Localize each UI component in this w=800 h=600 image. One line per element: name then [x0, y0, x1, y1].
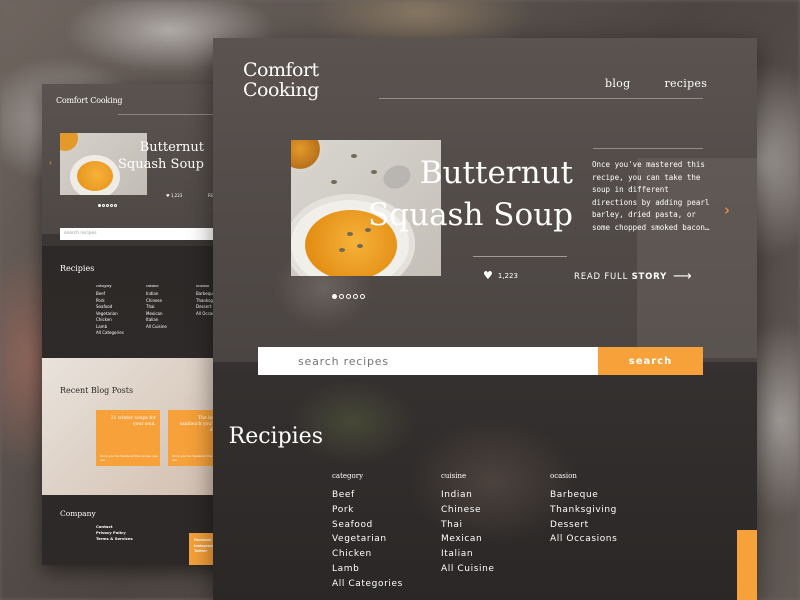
recipe-link[interactable]: All Categories: [332, 577, 441, 592]
recipe-link[interactable]: Mexican: [441, 532, 550, 547]
column-heading: category: [332, 472, 364, 480]
search-button[interactable]: search: [598, 347, 703, 375]
company-links: Contact Privacy Policy Terms & Services: [96, 524, 133, 542]
recipe-link[interactable]: Barbeque: [550, 488, 659, 503]
recipes-title: Recipies: [213, 424, 323, 449]
hero-title: Butternut Squash Soup: [368, 155, 573, 233]
small-recipe-column-category: category Beef Pork Seafood Vegetarian Chicken…: [96, 284, 146, 337]
like-count: 1,223: [497, 271, 518, 280]
slide-indicator: [332, 294, 365, 299]
divider: [473, 256, 567, 257]
recipe-link[interactable]: Vegetarian: [332, 532, 441, 547]
blog-card-title: 21 winter soups for your soul.: [110, 416, 156, 427]
small-column-heading: cuisine: [146, 284, 159, 288]
recipe-columns: category Beef Pork Seafood Vegetarian Chicken…: [332, 472, 659, 592]
recipe-column-cuisine: cuisine Indian Chinese Thai Mexican Italian Al…: [441, 472, 550, 592]
site-logo[interactable]: Comfort Cooking: [243, 60, 363, 100]
small-column-heading: category: [96, 284, 112, 288]
recipe-link[interactable]: Indian: [441, 488, 550, 503]
column-heading: ocasion: [550, 472, 577, 480]
hero-intro: Once you've mastered this recipe, you ca…: [592, 160, 710, 232]
recipe-column-ocasion: ocasion Barbeque Thanksgiving Dessert All Oc…: [550, 472, 659, 592]
divider: [379, 98, 703, 99]
small-like-count[interactable]: ♥ 1,223: [166, 193, 182, 198]
like-button[interactable]: ♥ 1,223: [483, 269, 518, 282]
large-page-mockup: Comfort Cooking blog recipes Butternut S…: [213, 38, 757, 600]
recipe-link[interactable]: Italian: [441, 547, 550, 562]
slide-dot[interactable]: [346, 294, 351, 299]
heart-icon: ♥: [483, 269, 493, 282]
recipes-title-text: Recipies: [228, 424, 323, 449]
slide-dot[interactable]: [353, 294, 358, 299]
blog-card-excerpt: Once you've mastered this recipe, you ca…: [100, 454, 158, 462]
read-full-story-link[interactable]: READ FULL STORY ⟶: [574, 269, 692, 284]
recipe-column-category: category Beef Pork Seafood Vegetarian Chicken…: [332, 472, 441, 592]
small-prev-arrow-icon[interactable]: ‹: [49, 159, 52, 167]
recipe-link[interactable]: Seafood: [332, 518, 441, 533]
nav-blog[interactable]: blog: [605, 77, 630, 90]
small-recipe-link[interactable]: All Categories: [96, 330, 146, 337]
footer-link[interactable]: Terms & Services: [96, 536, 133, 542]
recipe-link[interactable]: All Occasions: [550, 532, 659, 547]
small-blog-title: Recent Blog Posts: [60, 386, 134, 395]
nav-recipes[interactable]: recipes: [664, 77, 707, 90]
hero-section: Comfort Cooking blog recipes Butternut S…: [213, 38, 757, 362]
recipe-link[interactable]: Dessert: [550, 518, 659, 533]
small-hero-title: Butternut Squash Soup: [118, 140, 204, 172]
accent-bar: [737, 530, 757, 600]
blog-card[interactable]: 21 winter soups for your soul. Once you'…: [96, 410, 160, 466]
slide-dot[interactable]: [339, 294, 344, 299]
recipe-link[interactable]: Chinese: [441, 503, 550, 518]
social-link[interactable]: Twitter: [189, 549, 213, 555]
recipe-link[interactable]: Pork: [332, 503, 441, 518]
slide-dot[interactable]: [332, 294, 337, 299]
read-story-label: STORY: [631, 271, 668, 282]
recipe-link[interactable]: Chicken: [332, 547, 441, 562]
recipe-link[interactable]: Beef: [332, 488, 441, 503]
column-heading: cuisine: [441, 472, 467, 480]
small-recipe-column-cuisine: cuisine Indian Chinese Thai Mexican Italian Al…: [146, 284, 196, 337]
small-likes-value: 1,223: [170, 193, 183, 198]
small-recipes-title: Recipies: [60, 264, 95, 273]
small-recipe-link[interactable]: All Cuisine: [146, 324, 196, 331]
divider: [593, 148, 703, 149]
company-title: Company: [60, 509, 96, 518]
slide-dot[interactable]: [360, 294, 365, 299]
arrow-right-icon: ⟶: [673, 269, 693, 284]
search-input[interactable]: [258, 347, 598, 375]
main-nav: blog recipes: [605, 77, 707, 90]
next-slide-arrow-icon[interactable]: ›: [724, 201, 730, 219]
read-full-label: READ FULL: [574, 271, 629, 282]
small-slide-dots[interactable]: [98, 204, 117, 207]
recipe-link[interactable]: Thanksgiving: [550, 503, 659, 518]
recipe-link[interactable]: All Cuisine: [441, 562, 550, 577]
recipe-link[interactable]: Thai: [441, 518, 550, 533]
small-search-input[interactable]: search recipes: [60, 228, 218, 240]
small-logo[interactable]: Comfort Cooking: [56, 96, 123, 105]
recipe-link[interactable]: Lamb: [332, 562, 441, 577]
